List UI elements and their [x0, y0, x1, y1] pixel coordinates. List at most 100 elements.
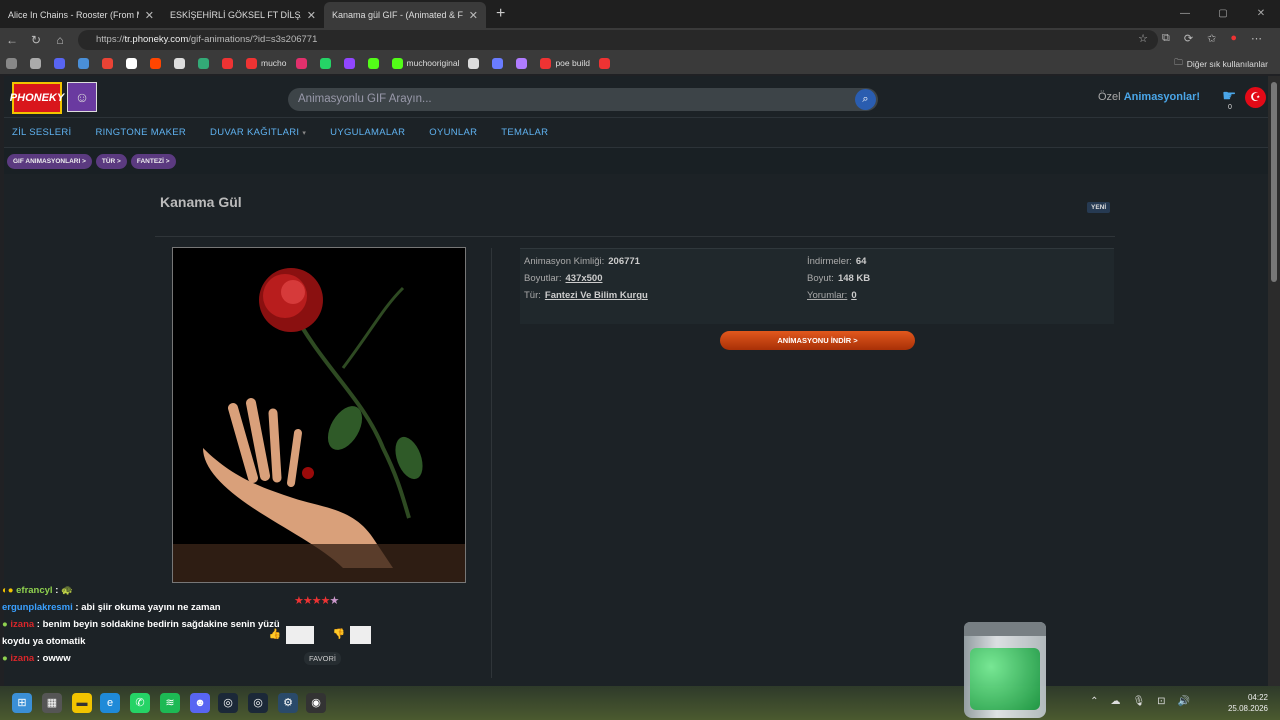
folder-icon[interactable]: ▬: [72, 693, 92, 713]
spotify-icon[interactable]: ≋: [160, 693, 180, 713]
reload-icon[interactable]: ↻: [24, 33, 48, 47]
minimize-button[interactable]: —: [1166, 0, 1204, 28]
menu-item-duvar-kagitlari[interactable]: DUVAR KAĞITLARI ▾: [210, 127, 306, 138]
chevron-up-icon[interactable]: ⌃: [1090, 696, 1098, 707]
windows-start-icon[interactable]: ⊞: [12, 693, 32, 713]
whatsapp-icon[interactable]: ✆: [130, 693, 150, 713]
mic-icon[interactable]: 🎙: [1132, 696, 1145, 707]
bookmark-item[interactable]: [6, 57, 21, 69]
menu-item-oyunlar[interactable]: OYUNLAR: [429, 127, 477, 138]
chat-text: abi şiir okuma yayını ne zaman: [81, 602, 221, 613]
home-icon[interactable]: ⌂: [48, 33, 72, 47]
bookmark-item[interactable]: [222, 57, 237, 69]
bookmark-item[interactable]: [516, 57, 531, 69]
comments-link[interactable]: 0: [851, 290, 856, 301]
menu-item-ringtone-maker[interactable]: RINGTONE MAKER: [95, 127, 186, 138]
bookmark-item[interactable]: [30, 57, 45, 69]
star-icon[interactable]: ★: [321, 595, 331, 607]
hand-icon[interactable]: ☛: [1222, 86, 1236, 106]
close-icon[interactable]: ✕: [145, 9, 154, 22]
extensions-icon[interactable]: ⧉: [1162, 32, 1170, 45]
menu-icon[interactable]: ⋯: [1251, 32, 1262, 45]
breadcrumb-tur[interactable]: TÜR >: [95, 153, 127, 169]
new-tab-button[interactable]: +: [496, 5, 505, 23]
scrollbar[interactable]: [1268, 76, 1280, 686]
bookmark-item[interactable]: [492, 57, 507, 69]
edge-icon[interactable]: e: [100, 693, 120, 713]
bookmark-item[interactable]: [468, 57, 483, 69]
thumbs-down-icon[interactable]: 👎: [328, 626, 350, 644]
chat-text: owww: [42, 653, 71, 664]
info-comments[interactable]: Yorumlar: 0: [807, 290, 857, 301]
search-icon[interactable]: ⌕: [855, 89, 876, 110]
app-icon[interactable]: ◉: [306, 693, 326, 713]
bookmark-item[interactable]: poe build: [540, 57, 590, 69]
download-button[interactable]: ANİMASYONU İNDİR >: [720, 331, 915, 350]
bookmark-item[interactable]: [54, 57, 69, 69]
network-icon[interactable]: ⊡: [1157, 696, 1165, 707]
settings-icon[interactable]: ⚙: [278, 693, 298, 713]
type-link[interactable]: Fantezi Ve Bilim Kurgu: [545, 290, 648, 301]
dislike-count-box: [350, 626, 371, 644]
breadcrumb-gif[interactable]: GIF ANIMASYONLARI >: [7, 153, 92, 169]
favorite-button[interactable]: FAVORİ: [304, 652, 341, 665]
chat-message: ergunplakresmi : abi şiir okuma yayını n…: [2, 602, 221, 613]
browser-tab-active[interactable]: Kanama gül GIF - (Animated & Fre ✕: [300, 2, 486, 588]
volume-icon[interactable]: 🔊: [1178, 696, 1190, 707]
gif-preview-image[interactable]: [172, 247, 466, 583]
menu-item-temalar[interactable]: TEMALAR: [501, 127, 548, 138]
favorites-icon[interactable]: ✩: [1207, 32, 1216, 45]
bookmark-item[interactable]: [174, 57, 189, 69]
bookmark-icon: [540, 57, 552, 69]
bookmark-label: muchooriginal: [406, 58, 460, 68]
clock[interactable]: 04:22 25.08.2026: [1228, 692, 1268, 714]
scrollbar-thumb[interactable]: [1271, 82, 1277, 282]
steam-icon[interactable]: ◎: [218, 693, 238, 713]
chat-user: izana: [10, 653, 35, 664]
steam-icon[interactable]: ◎: [248, 693, 268, 713]
close-icon[interactable]: ✕: [469, 9, 478, 22]
bookmark-item[interactable]: [598, 57, 614, 69]
bookmark-item[interactable]: [367, 57, 383, 69]
dimensions-link[interactable]: 437x500: [566, 273, 603, 284]
url-field[interactable]: https://tr.phoneky.com/gif-animations/?i…: [78, 30, 1158, 50]
bookmark-label: mucho: [261, 58, 287, 68]
turkey-flag-icon[interactable]: ☪: [1245, 87, 1266, 108]
close-icon[interactable]: ✕: [307, 9, 316, 22]
browser-tab[interactable]: Alice In Chains - Rooster (From MTV ✕: [0, 2, 312, 588]
bookmark-item[interactable]: [126, 57, 141, 69]
cloud-icon[interactable]: ☁: [1110, 696, 1120, 707]
bookmark-item[interactable]: [102, 57, 117, 69]
star-icon[interactable]: ☆: [1138, 32, 1148, 45]
bookmark-item[interactable]: [198, 57, 213, 69]
close-window-button[interactable]: ✕: [1242, 0, 1280, 28]
search-input[interactable]: Animasyonlu GIF Arayın... ⌕: [288, 88, 878, 111]
bookmark-item[interactable]: [319, 57, 335, 69]
bookmark-icon: [126, 57, 137, 69]
bookmark-item[interactable]: [343, 57, 359, 69]
avatar[interactable]: ☺: [67, 82, 97, 112]
bookmark-item[interactable]: [295, 57, 311, 69]
browser-tab[interactable]: ESKİŞEHİRLİ GÖKSEL FT DİLŞAH Gi ✕: [162, 2, 324, 588]
menu-label: DUVAR KAĞITLARI: [210, 127, 300, 138]
bookmark-item[interactable]: [78, 57, 93, 69]
profile-icon[interactable]: ●: [1230, 32, 1237, 45]
other-bookmarks[interactable]: 🗀 Diğer sık kullanılanlar: [1174, 57, 1268, 71]
sync-icon[interactable]: ⟳: [1184, 32, 1193, 45]
promo-link[interactable]: Animasyonlar!: [1124, 91, 1200, 103]
star-icon[interactable]: ★: [303, 595, 313, 607]
bookmark-item[interactable]: mucho: [246, 57, 287, 69]
folder-icon: 🗀: [1174, 57, 1183, 67]
menu-item-zil-sesleri[interactable]: ZİL SESLERİ: [12, 127, 71, 138]
breadcrumb-fantezi[interactable]: FANTEZİ >: [130, 153, 176, 169]
maximize-button[interactable]: ▢: [1204, 0, 1242, 28]
bookmark-item[interactable]: [150, 57, 165, 69]
discord-icon[interactable]: ☻: [190, 693, 210, 713]
back-icon[interactable]: ←: [0, 33, 24, 47]
store-icon[interactable]: ▦: [42, 693, 62, 713]
bookmark-item[interactable]: muchooriginal: [391, 57, 460, 69]
phoneky-logo[interactable]: PHONEKY: [10, 82, 64, 114]
star-icon[interactable]: ★: [312, 595, 322, 607]
half-star-icon[interactable]: ★: [330, 595, 340, 607]
menu-item-uygulamalar[interactable]: UYGULAMALAR: [330, 127, 405, 138]
